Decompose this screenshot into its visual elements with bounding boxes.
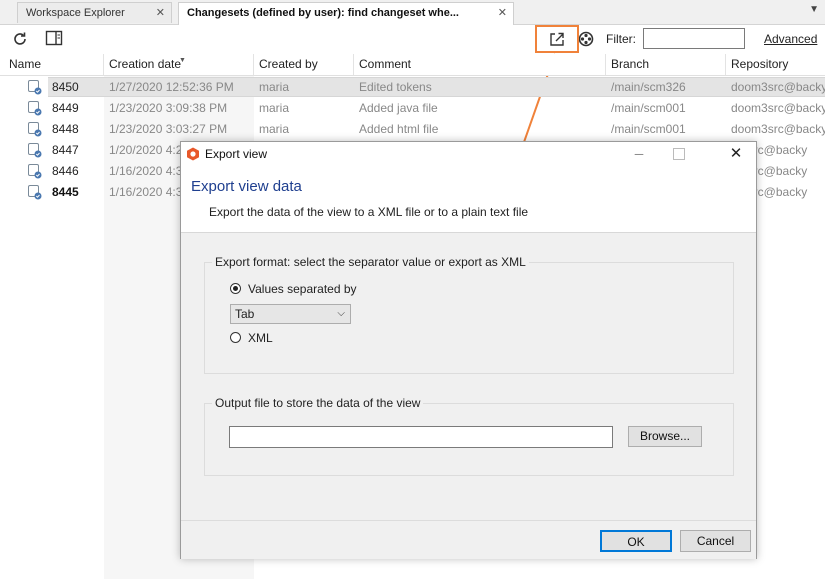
cell-date: 1/27/2020 12:52:36 PM <box>109 80 234 94</box>
cell-comment: Edited tokens <box>359 80 432 94</box>
filter-label: Filter: <box>606 32 636 46</box>
cell-date: 1/23/2020 3:03:27 PM <box>109 122 228 136</box>
panel-toggle-icon[interactable] <box>43 27 65 49</box>
cell-branch: /main/scm326 <box>611 80 686 94</box>
cell-comment: Added html file <box>359 122 439 136</box>
export-view-dialog: Export view ─ ✕ Export view data Export … <box>180 141 757 559</box>
cell-repo: doom3src@backy <box>731 122 825 136</box>
advanced-button[interactable]: Advanced <box>764 32 817 46</box>
changeset-icon <box>28 80 42 95</box>
cell-name: 8449 <box>52 101 79 115</box>
cell-date: 1/23/2020 3:09:38 PM <box>109 101 228 115</box>
tab-workspace-explorer[interactable]: Workspace Explorer ✕ <box>17 2 172 23</box>
dialog-titlebar: Export view ─ ✕ <box>181 142 756 166</box>
cell-repo: doom3src@backy <box>731 101 825 115</box>
tab-label: Changesets (defined by user): find chang… <box>187 7 459 19</box>
column-header-repository[interactable]: Repository <box>726 54 825 75</box>
column-header-branch[interactable]: Branch <box>606 54 726 75</box>
cell-by: maria <box>259 101 290 115</box>
tab-strip: Workspace Explorer ✕ Changesets (defined… <box>0 0 825 25</box>
values-separated-label: Values separated by <box>248 282 357 296</box>
dialog-heading: Export view data <box>191 178 302 195</box>
maximize-icon[interactable] <box>673 148 685 160</box>
browse-button[interactable]: Browse... <box>628 426 702 447</box>
separator-select[interactable]: Tab ⌵ <box>230 304 351 324</box>
ok-button[interactable]: OK <box>600 530 672 552</box>
column-header-comment[interactable]: Comment <box>354 54 606 75</box>
cell-branch: /main/scm001 <box>611 101 686 115</box>
changeset-icon <box>28 122 42 137</box>
table-row[interactable]: 8450 1/27/2020 12:52:36 PM maria Edited tok… <box>0 77 825 98</box>
changeset-icon <box>28 143 42 158</box>
export-format-group-title: Export format: select the separator valu… <box>212 255 529 269</box>
cell-comment: Added java file <box>359 101 438 115</box>
output-file-group-title: Output file to store the data of the vie… <box>212 396 424 410</box>
cell-by: maria <box>259 80 290 94</box>
xml-radio[interactable] <box>230 332 241 343</box>
close-icon[interactable]: ✕ <box>156 3 165 23</box>
changeset-icon <box>28 101 42 116</box>
export-highlight-box <box>535 25 579 53</box>
tab-menu-chevron-icon[interactable]: ▼ <box>809 4 819 15</box>
close-icon[interactable]: ✕ <box>721 144 751 164</box>
close-icon[interactable]: ✕ <box>498 3 507 23</box>
tab-changesets[interactable]: Changesets (defined by user): find chang… <box>178 2 514 25</box>
tab-label: Workspace Explorer <box>26 7 125 19</box>
minimize-icon[interactable]: ─ <box>624 144 654 164</box>
column-header-name[interactable]: Name <box>4 54 104 75</box>
column-header-created-by[interactable]: Created by <box>254 54 354 75</box>
cell-by: maria <box>259 122 290 136</box>
values-separated-radio[interactable] <box>230 283 241 294</box>
cell-repo: doom3src@backy <box>731 80 825 94</box>
changeset-icon <box>28 185 42 200</box>
filter-input[interactable] <box>643 28 745 49</box>
separator-value: Tab <box>235 307 255 321</box>
dialog-title: Export view <box>205 147 268 161</box>
cancel-button[interactable]: Cancel <box>680 530 751 552</box>
chevron-down-icon: ⌵ <box>337 308 345 319</box>
dialog-banner: Export view data Export the data of the … <box>181 166 756 233</box>
cell-name: 8447 <box>52 143 79 157</box>
app-logo-icon <box>186 147 200 164</box>
dialog-description: Export the data of the view to a XML fil… <box>209 205 529 219</box>
sort-descending-icon: ▼ <box>179 57 186 64</box>
cell-name: 8448 <box>52 122 79 136</box>
table-row[interactable]: 8448 1/23/2020 3:03:27 PM maria Added html … <box>0 119 825 140</box>
table-row[interactable]: 8449 1/23/2020 3:09:38 PM maria Added java … <box>0 98 825 119</box>
grid-header: Name Creation date Created by Comment Br… <box>0 54 825 76</box>
output-file-input[interactable] <box>229 426 613 448</box>
cell-branch: /main/scm001 <box>611 122 686 136</box>
refresh-icon[interactable] <box>9 28 31 50</box>
cell-name: 8450 <box>52 80 79 94</box>
cell-name: 8446 <box>52 164 79 178</box>
changeset-icon <box>28 164 42 179</box>
xml-label: XML <box>248 331 273 345</box>
advanced-label: Advanced <box>764 32 818 46</box>
cell-name: 8445 <box>52 185 79 199</box>
